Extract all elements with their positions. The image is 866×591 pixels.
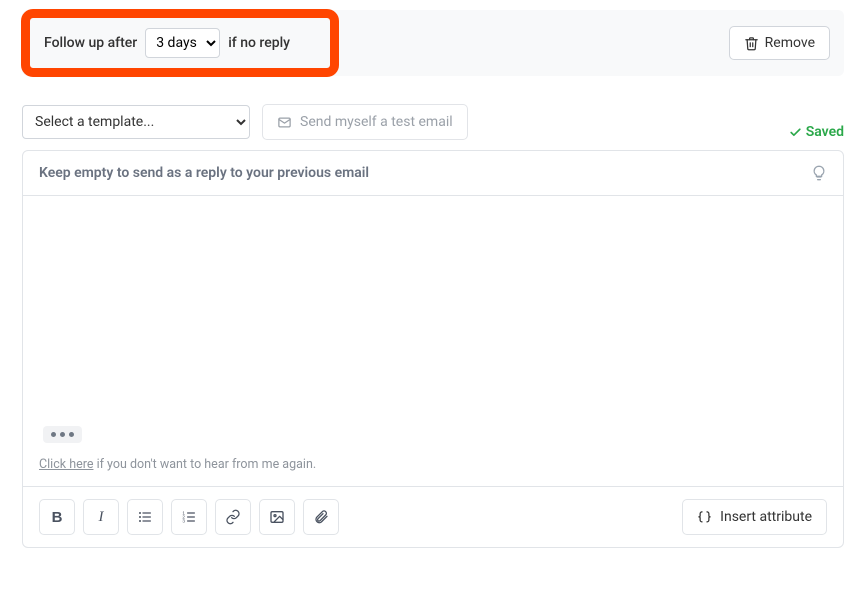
paperclip-icon [313, 509, 329, 525]
envelope-icon [277, 115, 292, 130]
check-icon [789, 126, 802, 139]
editor-toolbar: B I 123 Insert attribute [23, 486, 843, 547]
bullet-list-icon [137, 509, 153, 525]
image-icon [269, 509, 285, 525]
svg-text:3: 3 [182, 518, 185, 523]
template-row: Select a template... Send myself a test … [22, 104, 844, 140]
followup-topbar: Follow up after 3 days if no reply Remov… [22, 10, 844, 76]
bullet-list-button[interactable] [127, 499, 163, 535]
saved-label: Saved [806, 124, 844, 140]
followup-after-label: if no reply [228, 35, 290, 51]
attachment-button[interactable] [303, 499, 339, 535]
followup-days-select[interactable]: 3 days [145, 28, 220, 58]
trash-icon [744, 36, 759, 51]
braces-icon [697, 510, 712, 525]
link-icon [225, 509, 241, 525]
saved-status: Saved [789, 124, 844, 140]
send-test-email-button[interactable]: Send myself a test email [262, 104, 468, 140]
link-button[interactable] [215, 499, 251, 535]
unsubscribe-rest: if you don't want to hear from me again. [93, 457, 316, 472]
number-list-icon: 123 [181, 509, 197, 525]
insert-attribute-label: Insert attribute [720, 509, 812, 525]
ellipsis-expand[interactable] [43, 426, 82, 443]
email-body[interactable] [23, 196, 843, 443]
italic-icon: I [99, 509, 104, 526]
italic-button[interactable]: I [83, 499, 119, 535]
unsubscribe-line: Click here if you don't want to hear fro… [23, 443, 843, 486]
remove-button[interactable]: Remove [729, 26, 830, 60]
subject-input[interactable] [39, 165, 801, 181]
email-editor: Click here if you don't want to hear fro… [22, 150, 844, 548]
bold-icon: B [52, 509, 63, 526]
unsubscribe-link[interactable]: Click here [39, 457, 93, 472]
followup-before-label: Follow up after [44, 35, 137, 51]
bulb-icon[interactable] [811, 165, 827, 181]
followup-setting: Follow up after 3 days if no reply [36, 24, 298, 62]
bold-button[interactable]: B [39, 499, 75, 535]
image-button[interactable] [259, 499, 295, 535]
subject-row [23, 151, 843, 196]
test-email-label: Send myself a test email [300, 114, 453, 130]
template-select[interactable]: Select a template... [22, 105, 250, 139]
remove-label: Remove [765, 35, 815, 51]
number-list-button[interactable]: 123 [171, 499, 207, 535]
insert-attribute-button[interactable]: Insert attribute [682, 499, 827, 535]
